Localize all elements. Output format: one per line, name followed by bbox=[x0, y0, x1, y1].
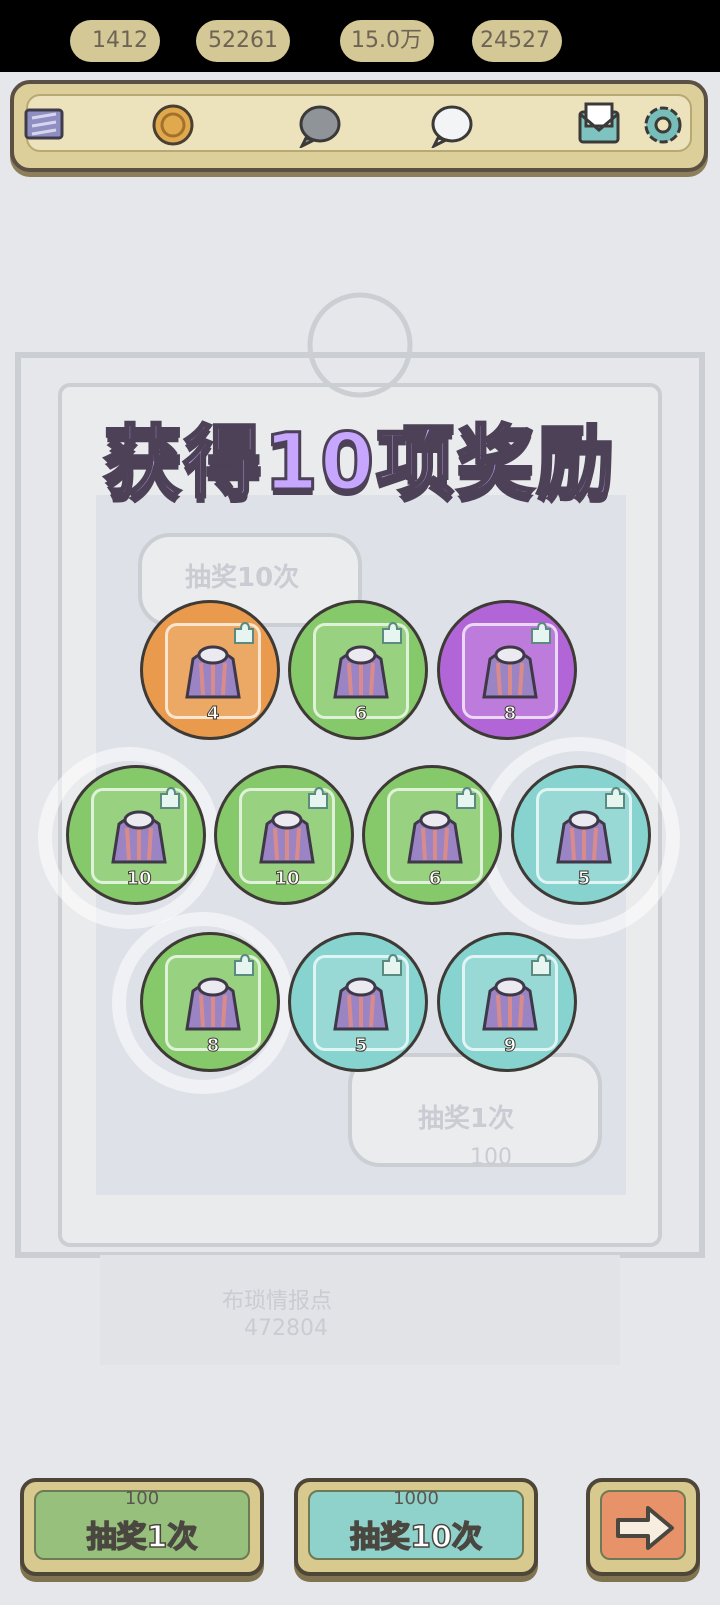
reward-item[interactable]: 6 bbox=[362, 765, 502, 905]
costume-icon bbox=[259, 810, 315, 864]
reward-count: 6 bbox=[354, 703, 368, 725]
arrow-right-icon bbox=[616, 1506, 674, 1550]
bg-draw10-label: 抽奖10次 bbox=[185, 563, 300, 593]
bg-draw1-cost: 100 bbox=[470, 1145, 512, 1170]
puzzle-piece-icon bbox=[308, 786, 328, 809]
puzzle-piece-icon bbox=[605, 786, 625, 809]
ticket-icon[interactable] bbox=[22, 104, 66, 144]
costume-icon bbox=[185, 645, 241, 699]
coin-icon bbox=[152, 104, 194, 146]
costume-icon bbox=[185, 977, 241, 1031]
bg-info-label: 布琐情报点 bbox=[222, 1289, 333, 1314]
costume-icon bbox=[482, 977, 538, 1031]
draw-10-button[interactable]: 1000 抽奖10次 bbox=[294, 1478, 538, 1576]
light-gem-count: 24527 bbox=[472, 20, 562, 62]
costume-icon bbox=[111, 810, 167, 864]
puzzle-piece-icon bbox=[531, 953, 551, 976]
bg-draw1-label: 抽奖1次 bbox=[418, 1104, 515, 1134]
reward-count: 5 bbox=[354, 1035, 368, 1057]
costume-icon bbox=[556, 810, 612, 864]
reward-item[interactable]: 9 bbox=[437, 932, 577, 1072]
draw-1-label: 抽奖1次 bbox=[86, 1519, 198, 1556]
puzzle-piece-icon bbox=[234, 953, 254, 976]
reward-count: 8 bbox=[206, 1035, 220, 1057]
puzzle-piece-icon bbox=[382, 953, 402, 976]
reward-item[interactable]: 5 bbox=[511, 765, 651, 905]
gear-icon[interactable] bbox=[638, 100, 688, 150]
puzzle-piece-icon bbox=[234, 621, 254, 644]
reward-item[interactable]: 8 bbox=[437, 600, 577, 740]
puzzle-piece-icon bbox=[456, 786, 476, 809]
reward-item[interactable]: 6 bbox=[288, 600, 428, 740]
reward-count: 6 bbox=[428, 868, 442, 890]
reward-count: 10 bbox=[274, 868, 300, 890]
next-button[interactable] bbox=[586, 1478, 700, 1576]
costume-icon bbox=[407, 810, 463, 864]
reward-count: 4 bbox=[206, 703, 220, 725]
draw-10-label: 抽奖10次 bbox=[349, 1519, 482, 1556]
reward-count: 5 bbox=[577, 868, 591, 890]
ticket-count: 1412 bbox=[70, 20, 160, 62]
reward-item[interactable]: 10 bbox=[214, 765, 354, 905]
puzzle-piece-icon bbox=[531, 621, 551, 644]
dark-gem-count: 15.0万 bbox=[340, 20, 434, 62]
draw-1-button[interactable]: 100 抽奖1次 bbox=[20, 1478, 264, 1576]
costume-icon bbox=[333, 977, 389, 1031]
bg-info-value: 472804 bbox=[244, 1316, 328, 1341]
reward-count: 10 bbox=[126, 868, 152, 890]
draw-10-cost: 1000 bbox=[393, 1488, 439, 1509]
mail-icon[interactable] bbox=[574, 100, 624, 150]
reward-item[interactable]: 5 bbox=[288, 932, 428, 1072]
costume-icon bbox=[482, 645, 538, 699]
reward-item[interactable]: 10 bbox=[66, 765, 206, 905]
draw-1-cost: 100 bbox=[124, 1488, 160, 1509]
reward-count: 8 bbox=[503, 703, 517, 725]
costume-icon bbox=[333, 645, 389, 699]
coin-count: 52261 bbox=[196, 20, 290, 62]
reward-item[interactable]: 4 bbox=[140, 600, 280, 740]
light-gem-icon bbox=[431, 105, 473, 148]
puzzle-piece-icon bbox=[160, 786, 180, 809]
reward-title: 获得10项奖励 bbox=[102, 417, 617, 510]
reward-item[interactable]: 8 bbox=[140, 932, 280, 1072]
puzzle-piece-icon bbox=[382, 621, 402, 644]
dark-gem-icon bbox=[299, 105, 341, 148]
reward-count: 9 bbox=[503, 1035, 517, 1057]
